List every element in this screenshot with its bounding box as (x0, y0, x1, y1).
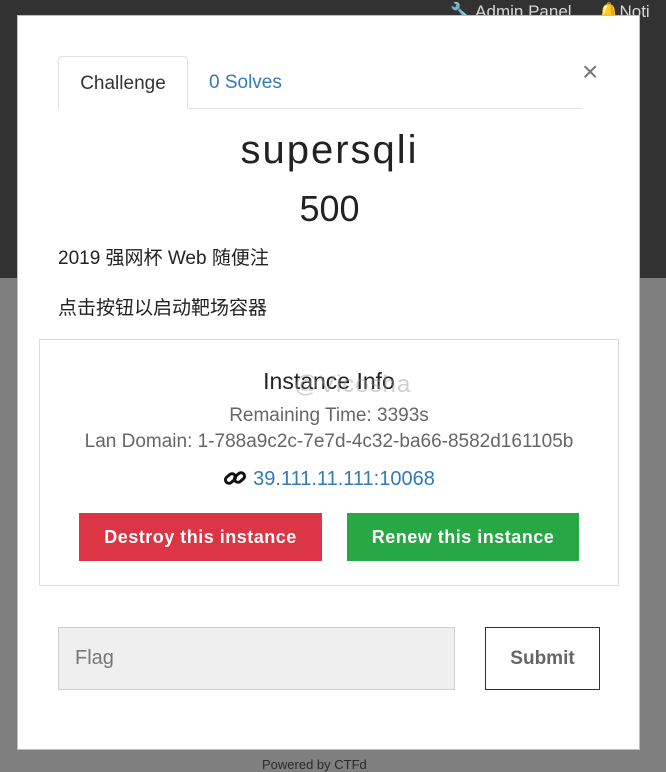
instance-address-row: 39.111.11.111:10068 (40, 467, 618, 495)
challenge-points: 500 (299, 188, 360, 229)
modal-tabs: Challenge 0 Solves (58, 56, 582, 109)
submit-button[interactable]: Submit (485, 627, 600, 690)
instance-info-panel: Instance Info @Vicosha Remaining Time: 3… (39, 339, 619, 586)
challenge-modal: × Challenge 0 Solves supersqli 500 2019 … (17, 15, 640, 750)
challenge-name: supersqli (240, 128, 419, 172)
instance-address-link[interactable]: 39.111.11.111:10068 (253, 468, 435, 490)
link-icon (223, 467, 247, 495)
flag-input[interactable] (58, 627, 455, 690)
challenge-hint: 点击按钮以启动靶场容器 (58, 298, 268, 319)
lan-domain: Lan Domain: 1-788a9c2c-7e7d-4c32-ba66-85… (84, 431, 574, 452)
remaining-time: Remaining Time: 3393s (229, 405, 429, 426)
instance-info-title: Instance Info (263, 368, 395, 394)
challenge-description: 2019 强网杯 Web 随便注 (58, 248, 269, 269)
tab-challenge[interactable]: Challenge (58, 56, 188, 109)
destroy-instance-button[interactable]: Destroy this instance (79, 513, 322, 561)
tab-solves[interactable]: 0 Solves (198, 56, 293, 108)
renew-instance-button[interactable]: Renew this instance (347, 513, 579, 561)
close-icon[interactable]: × (582, 58, 598, 86)
